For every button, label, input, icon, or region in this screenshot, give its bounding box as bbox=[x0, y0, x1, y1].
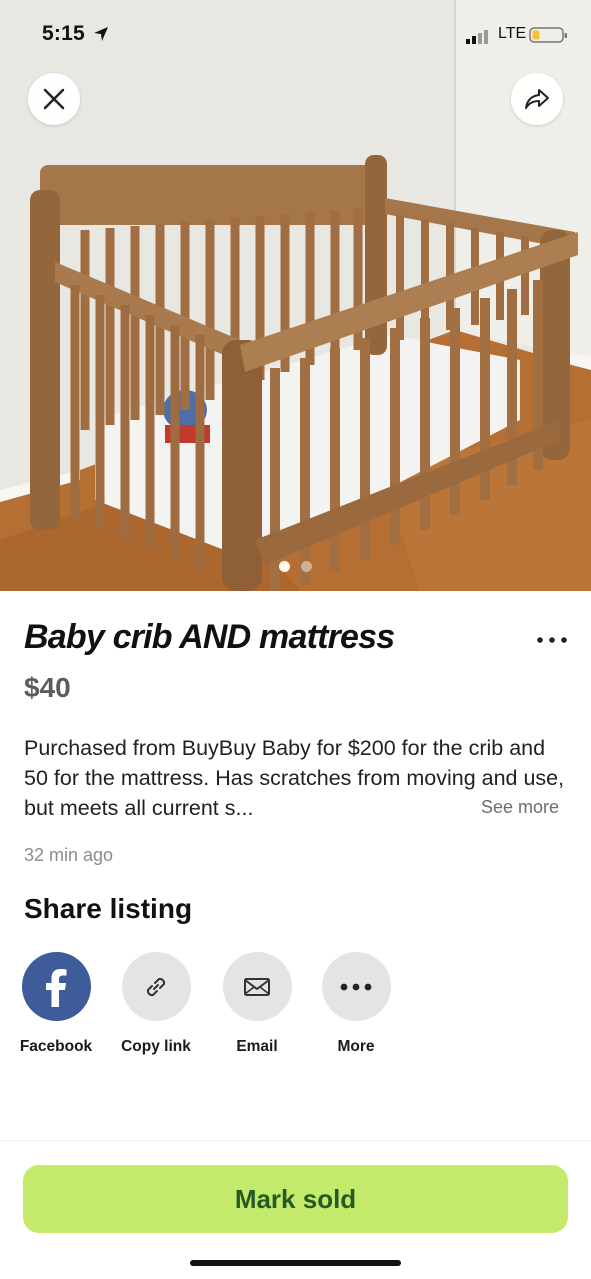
see-more-link[interactable]: See more bbox=[481, 797, 559, 818]
share-facebook-circle bbox=[21, 952, 91, 1021]
share-copy-link-button[interactable]: Copy link bbox=[106, 952, 206, 1056]
share-email-button[interactable]: Email bbox=[207, 952, 307, 1056]
share-label: More bbox=[337, 1038, 375, 1055]
posted-time: 32 min ago bbox=[24, 845, 114, 865]
crib-photo bbox=[0, 0, 591, 591]
share-label: Email bbox=[236, 1038, 278, 1055]
mark-sold-button[interactable]: Mark sold bbox=[23, 1165, 568, 1233]
listing-title: Baby crib AND mattress bbox=[24, 618, 395, 656]
link-icon bbox=[146, 977, 166, 996]
footer-divider bbox=[0, 1140, 591, 1141]
location-arrow-icon bbox=[94, 27, 108, 41]
share-label: Facebook bbox=[19, 1038, 93, 1055]
status-bar: 5:15 LTE bbox=[0, 0, 591, 70]
share-more-circle bbox=[321, 952, 391, 1021]
home-indicator[interactable] bbox=[190, 1260, 401, 1266]
status-time: 5:15 bbox=[42, 22, 85, 45]
photo-page-indicator[interactable] bbox=[0, 561, 591, 572]
page-dot bbox=[301, 561, 312, 572]
close-button[interactable] bbox=[28, 73, 80, 125]
share-label: Copy link bbox=[121, 1038, 191, 1055]
page-dot-active bbox=[279, 561, 290, 572]
share-more-button[interactable]: More bbox=[306, 952, 406, 1056]
more-horizontal-icon bbox=[537, 637, 567, 643]
share-listing-heading: Share listing bbox=[24, 893, 193, 924]
share-email-circle bbox=[222, 952, 292, 1021]
signal-bars-icon bbox=[466, 30, 488, 44]
listing-more-menu-button[interactable] bbox=[534, 627, 570, 653]
share-facebook-button[interactable]: Facebook bbox=[6, 952, 106, 1056]
close-icon bbox=[43, 88, 65, 110]
listing-price: $40 bbox=[24, 672, 71, 703]
network-type: LTE bbox=[498, 25, 527, 42]
more-horizontal-icon bbox=[340, 983, 372, 990]
battery-icon bbox=[529, 27, 567, 43]
share-button[interactable] bbox=[511, 73, 563, 125]
share-copy-link-circle bbox=[121, 952, 191, 1021]
listing-photo[interactable]: 5:15 LTE bbox=[0, 0, 591, 591]
envelope-icon bbox=[244, 977, 270, 996]
facebook-icon bbox=[46, 968, 67, 1007]
share-arrow-icon bbox=[525, 89, 549, 109]
